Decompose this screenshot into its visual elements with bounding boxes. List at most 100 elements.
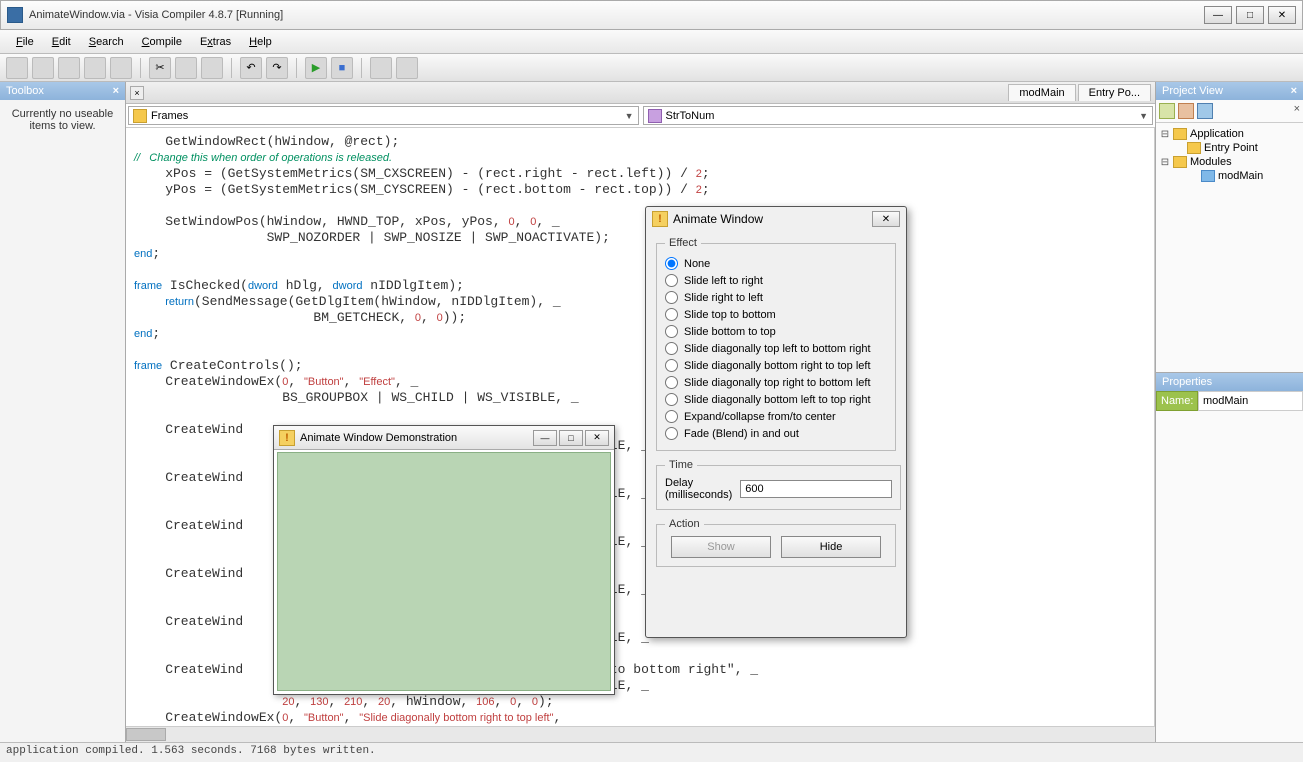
effect-radio-label: Slide left to right bbox=[684, 275, 763, 287]
open-icon[interactable] bbox=[32, 57, 54, 79]
warning-icon: ! bbox=[279, 430, 295, 446]
project-view-panel: Project View × × ⊟Application Entry Poin… bbox=[1155, 82, 1303, 372]
menu-help[interactable]: Help bbox=[241, 33, 280, 51]
effect-radio-6[interactable]: Slide diagonally bottom right to top lef… bbox=[665, 357, 887, 374]
toolbox-panel: Toolbox × Currently no useable items to … bbox=[0, 82, 126, 742]
action-group: Action Show Hide bbox=[656, 518, 896, 567]
effect-radio-input[interactable] bbox=[665, 325, 678, 338]
demo-minimize-button[interactable]: — bbox=[533, 430, 557, 446]
copy-icon[interactable] bbox=[175, 57, 197, 79]
effect-radio-input[interactable] bbox=[665, 359, 678, 372]
menu-edit[interactable]: Edit bbox=[44, 33, 79, 51]
properties-title: Properties bbox=[1162, 376, 1212, 388]
properties-panel: Properties Name: modMain bbox=[1155, 372, 1303, 742]
animate-close-button[interactable]: ✕ bbox=[872, 211, 900, 227]
menubar: File Edit Search Compile Extras Help bbox=[0, 30, 1303, 54]
delay-label: Delay (milliseconds) bbox=[665, 477, 732, 501]
project-tree: ⊟Application Entry Point ⊟Modules modMai… bbox=[1156, 123, 1303, 187]
effect-radio-1[interactable]: Slide left to right bbox=[665, 272, 887, 289]
tool1-icon[interactable] bbox=[370, 57, 392, 79]
hide-button[interactable]: Hide bbox=[781, 536, 881, 558]
action-legend: Action bbox=[665, 518, 704, 530]
effect-radio-label: Expand/collapse from/to center bbox=[684, 411, 836, 423]
member-label: StrToNum bbox=[666, 110, 1140, 122]
effect-radio-input[interactable] bbox=[665, 393, 678, 406]
projtool2-icon[interactable] bbox=[1178, 103, 1194, 119]
close-button[interactable]: ✕ bbox=[1268, 6, 1296, 24]
redo-icon[interactable]: ↷ bbox=[266, 57, 288, 79]
prop-name-value[interactable]: modMain bbox=[1198, 391, 1303, 411]
effect-radio-input[interactable] bbox=[665, 376, 678, 389]
effect-radio-label: None bbox=[684, 258, 710, 270]
effect-radio-label: Slide diagonally bottom right to top lef… bbox=[684, 360, 871, 372]
effect-radio-input[interactable] bbox=[665, 342, 678, 355]
menu-search[interactable]: Search bbox=[81, 33, 132, 51]
effect-radio-2[interactable]: Slide right to left bbox=[665, 289, 887, 306]
projtool-close-icon[interactable]: × bbox=[1294, 103, 1300, 119]
window-title: AnimateWindow.via - Visia Compiler 4.8.7… bbox=[29, 9, 1204, 21]
tab-modmain[interactable]: modMain bbox=[1008, 84, 1075, 101]
horizontal-scrollbar[interactable] bbox=[126, 726, 1155, 742]
projtool1-icon[interactable] bbox=[1159, 103, 1175, 119]
stop-icon[interactable]: ■ bbox=[331, 57, 353, 79]
tree-node-modmain[interactable]: modMain bbox=[1160, 169, 1299, 183]
delay-input[interactable] bbox=[740, 480, 892, 498]
projtool3-icon[interactable] bbox=[1197, 103, 1213, 119]
app-icon bbox=[7, 7, 23, 23]
undo-icon[interactable]: ↶ bbox=[240, 57, 262, 79]
run-icon[interactable]: ▶ bbox=[305, 57, 327, 79]
tab-entrypoint[interactable]: Entry Po... bbox=[1078, 84, 1151, 101]
minimize-button[interactable]: — bbox=[1204, 6, 1232, 24]
demo-window[interactable]: ! Animate Window Demonstration — □ ✕ bbox=[273, 425, 615, 695]
project-view-close-icon[interactable]: × bbox=[1291, 85, 1297, 97]
animate-titlebar[interactable]: ! Animate Window ✕ bbox=[646, 207, 906, 231]
effect-radio-8[interactable]: Slide diagonally bottom left to top righ… bbox=[665, 391, 887, 408]
effect-radio-input[interactable] bbox=[665, 410, 678, 423]
effect-radio-5[interactable]: Slide diagonally top left to bottom righ… bbox=[665, 340, 887, 357]
toolbox-close-icon[interactable]: × bbox=[113, 85, 119, 97]
folder-icon bbox=[1187, 142, 1201, 154]
menu-file[interactable]: File bbox=[8, 33, 42, 51]
effect-radio-label: Slide right to left bbox=[684, 292, 763, 304]
demo-maximize-button[interactable]: □ bbox=[559, 430, 583, 446]
effect-radio-0[interactable]: None bbox=[665, 255, 887, 272]
effect-radio-label: Slide diagonally top left to bottom righ… bbox=[684, 343, 871, 355]
chevron-down-icon: ▼ bbox=[1139, 111, 1148, 121]
print-icon[interactable] bbox=[110, 57, 132, 79]
effect-radio-3[interactable]: Slide top to bottom bbox=[665, 306, 887, 323]
cut-icon[interactable]: ✂ bbox=[149, 57, 171, 79]
effect-radio-input[interactable] bbox=[665, 291, 678, 304]
effect-radio-input[interactable] bbox=[665, 274, 678, 287]
effect-radio-7[interactable]: Slide diagonally top right to bottom lef… bbox=[665, 374, 887, 391]
menu-extras[interactable]: Extras bbox=[192, 33, 239, 51]
demo-window-titlebar[interactable]: ! Animate Window Demonstration — □ ✕ bbox=[274, 426, 614, 450]
effect-radio-9[interactable]: Expand/collapse from/to center bbox=[665, 408, 887, 425]
effect-radio-4[interactable]: Slide bottom to top bbox=[665, 323, 887, 340]
tree-node-entrypoint[interactable]: Entry Point bbox=[1160, 141, 1299, 155]
effect-radio-input[interactable] bbox=[665, 308, 678, 321]
time-legend: Time bbox=[665, 459, 697, 471]
tree-node-modules[interactable]: ⊟Modules bbox=[1160, 155, 1299, 169]
save-icon[interactable] bbox=[58, 57, 80, 79]
folder-icon bbox=[1173, 156, 1187, 168]
tree-node-application[interactable]: ⊟Application bbox=[1160, 127, 1299, 141]
effect-radio-label: Slide diagonally top right to bottom lef… bbox=[684, 377, 871, 389]
maximize-button[interactable]: □ bbox=[1236, 6, 1264, 24]
effect-radio-input[interactable] bbox=[665, 427, 678, 440]
effect-radio-label: Slide top to bottom bbox=[684, 309, 776, 321]
tool2-icon[interactable] bbox=[396, 57, 418, 79]
effect-radio-10[interactable]: Fade (Blend) in and out bbox=[665, 425, 887, 442]
effect-radio-input[interactable] bbox=[665, 257, 678, 270]
new-icon[interactable] bbox=[6, 57, 28, 79]
saveall-icon[interactable] bbox=[84, 57, 106, 79]
paste-icon[interactable] bbox=[201, 57, 223, 79]
member-dropdown[interactable]: StrToNum ▼ bbox=[643, 106, 1154, 125]
status-bar: application compiled. 1.563 seconds. 716… bbox=[0, 742, 1303, 762]
animate-window-dialog[interactable]: ! Animate Window ✕ Effect NoneSlide left… bbox=[645, 206, 907, 638]
close-tab-icon[interactable]: × bbox=[130, 86, 144, 100]
show-button[interactable]: Show bbox=[671, 536, 771, 558]
demo-close-button[interactable]: ✕ bbox=[585, 430, 609, 446]
menu-compile[interactable]: Compile bbox=[134, 33, 190, 51]
effect-group: Effect NoneSlide left to rightSlide righ… bbox=[656, 237, 896, 451]
scope-dropdown[interactable]: Frames ▼ bbox=[128, 106, 639, 125]
